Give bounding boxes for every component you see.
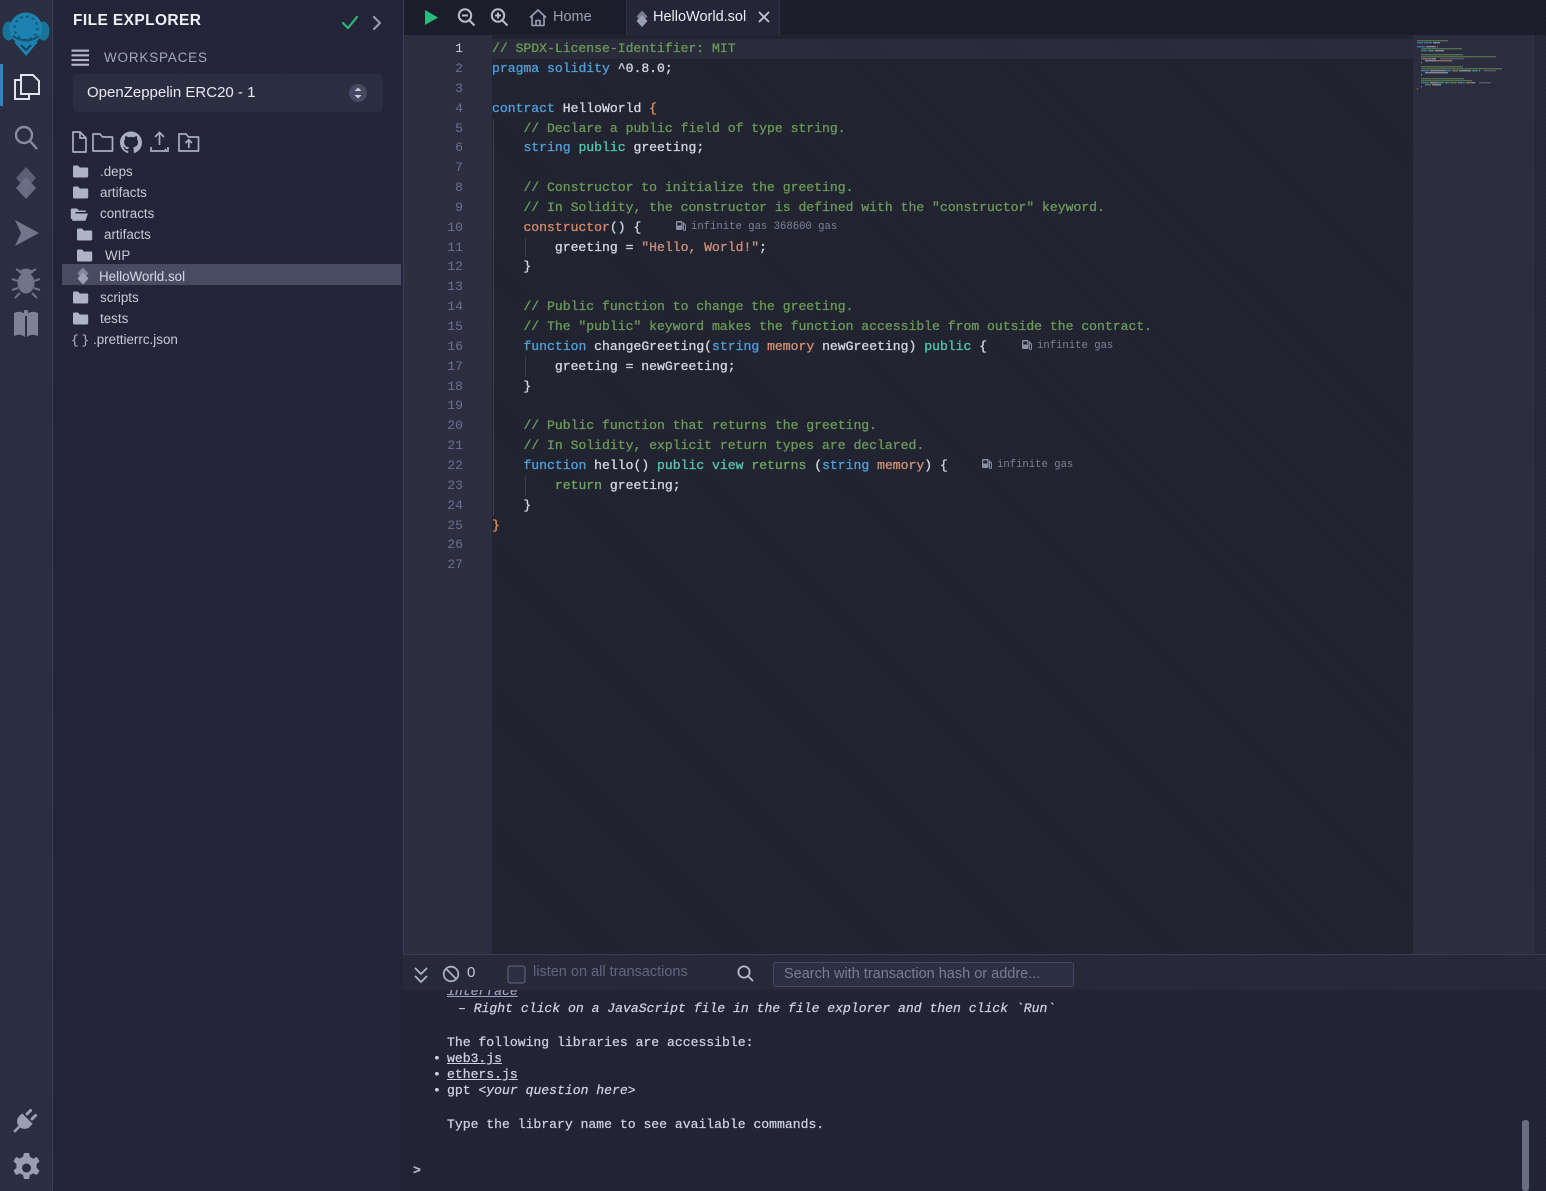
svg-text:{ }: { } xyxy=(71,333,89,348)
